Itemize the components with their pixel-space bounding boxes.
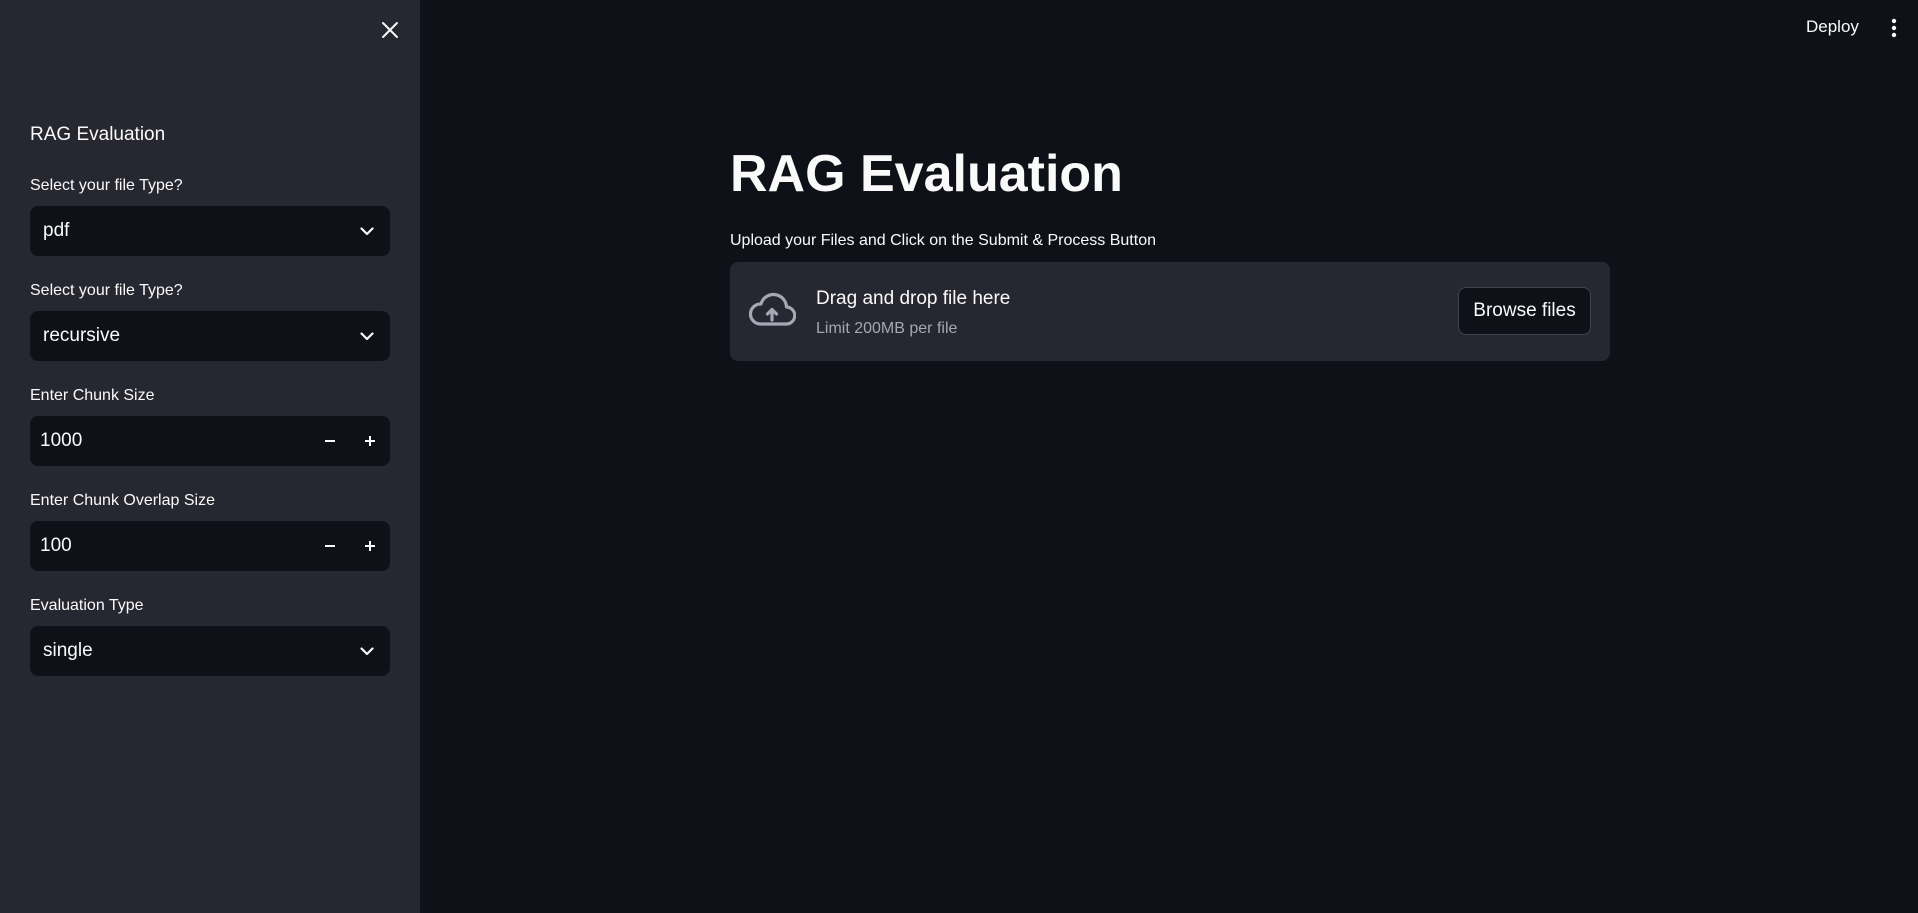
- cloud-upload-icon: [748, 292, 796, 326]
- app-root: RAG Evaluation Select your file Type? pd…: [0, 0, 1918, 913]
- chunk-size-increment-button[interactable]: [350, 416, 390, 466]
- chunk-size-input[interactable]: [30, 416, 310, 466]
- file-type-label: Select your file Type?: [30, 177, 183, 194]
- evaluation-type-select[interactable]: single: [30, 626, 390, 676]
- file-type-select[interactable]: pdf: [30, 206, 390, 256]
- upload-label: Upload your Files and Click on the Submi…: [730, 232, 1156, 249]
- evaluation-type-label: Evaluation Type: [30, 597, 144, 614]
- minus-icon: [325, 440, 335, 442]
- page-title: RAG Evaluation: [730, 145, 1123, 203]
- splitter-type-value: recursive: [43, 325, 121, 346]
- chunk-size-stepper: [30, 416, 390, 466]
- close-icon[interactable]: [376, 16, 404, 44]
- dropzone-limit: Limit 200MB per file: [816, 320, 958, 337]
- splitter-type-label: Select your file Type?: [30, 282, 183, 299]
- chevron-down-icon: [360, 226, 374, 235]
- file-dropzone[interactable]: Drag and drop file here Limit 200MB per …: [730, 262, 1610, 361]
- browse-files-button[interactable]: Browse files: [1458, 287, 1591, 335]
- splitter-type-select[interactable]: recursive: [30, 311, 390, 361]
- chunk-size-decrement-button[interactable]: [310, 416, 350, 466]
- plus-icon: [365, 541, 375, 551]
- chevron-down-icon: [360, 646, 374, 655]
- evaluation-type-value: single: [43, 640, 93, 661]
- plus-icon: [365, 436, 375, 446]
- chunk-overlap-decrement-button[interactable]: [310, 521, 350, 571]
- chunk-size-label: Enter Chunk Size: [30, 387, 155, 404]
- deploy-button[interactable]: Deploy: [1806, 17, 1859, 37]
- dropzone-instruction: Drag and drop file here: [816, 288, 1011, 309]
- chevron-down-icon: [360, 331, 374, 340]
- chunk-overlap-label: Enter Chunk Overlap Size: [30, 492, 215, 509]
- chunk-overlap-input[interactable]: [30, 521, 310, 571]
- sidebar: RAG Evaluation Select your file Type? pd…: [0, 0, 420, 913]
- file-type-value: pdf: [43, 220, 70, 241]
- chunk-overlap-increment-button[interactable]: [350, 521, 390, 571]
- kebab-menu-icon[interactable]: [1884, 16, 1904, 40]
- chunk-overlap-stepper: [30, 521, 390, 571]
- sidebar-title: RAG Evaluation: [30, 124, 166, 145]
- minus-icon: [325, 545, 335, 547]
